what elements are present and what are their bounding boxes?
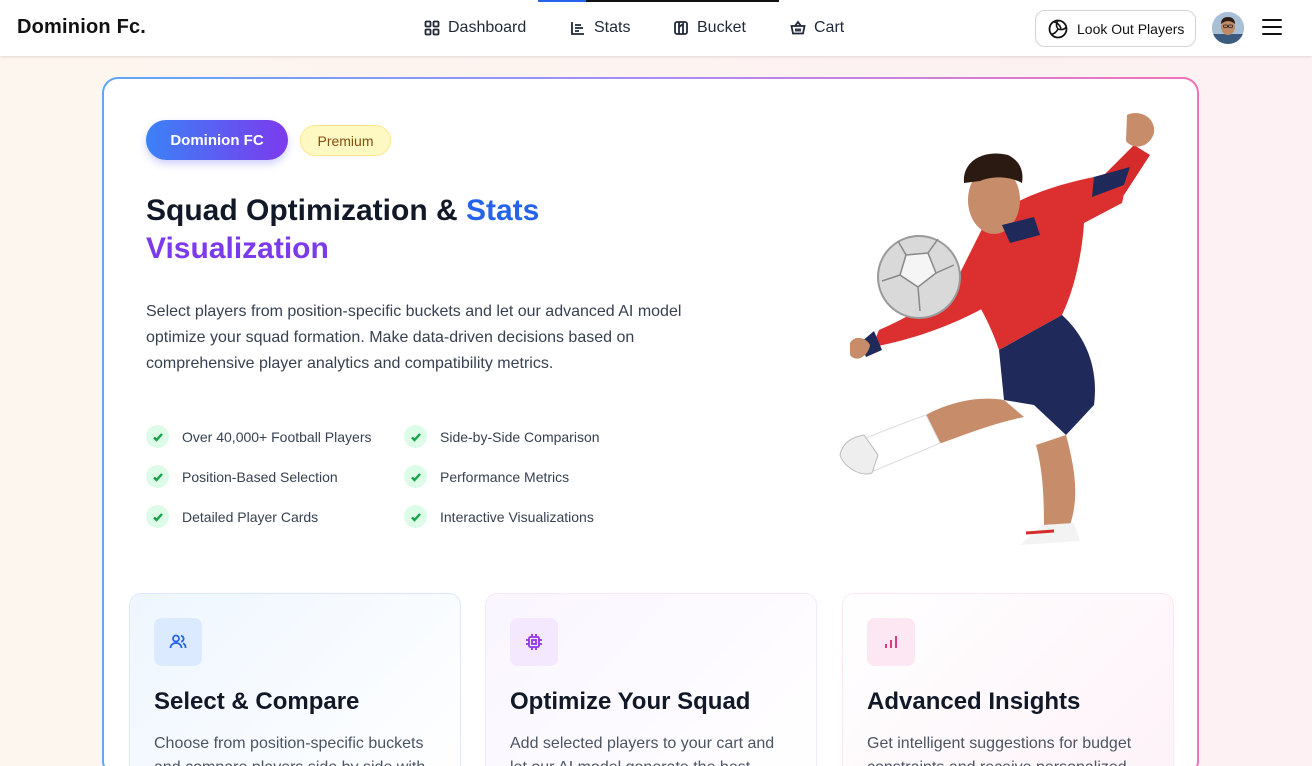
menu-bar: [1262, 19, 1282, 21]
volleyball-icon: [1048, 19, 1068, 38]
feature-card-advanced-insights[interactable]: Advanced Insights Get intelligent sugges…: [842, 593, 1174, 766]
feature-card-optimize-squad[interactable]: Optimize Your Squad Add selected players…: [485, 593, 817, 766]
bucket-icon: [674, 21, 688, 35]
feature-item: Position-Based Selection: [146, 465, 338, 488]
dashboard-icon: [424, 20, 440, 36]
feature-label: Position-Based Selection: [182, 468, 338, 485]
title-part3: Visualization: [146, 232, 329, 265]
top-navbar: Dominion Fc. Dashboard Stats Bucket Cart…: [0, 0, 1312, 56]
check-icon: [146, 505, 169, 528]
nav-item-stats[interactable]: Stats: [570, 17, 630, 39]
card-text: Get intelligent suggestions for budget c…: [867, 735, 1132, 766]
cpu-icon: [510, 618, 558, 666]
bar-chart-icon: [867, 618, 915, 666]
check-icon: [404, 425, 427, 448]
hero-content: Dominion FC Premium Squad Optimization &…: [104, 79, 1197, 766]
nav-item-dashboard[interactable]: Dashboard: [424, 17, 526, 39]
card-title: Advanced Insights: [867, 688, 1081, 715]
feature-item: Side-by-Side Comparison: [404, 425, 600, 448]
feature-card-select-compare[interactable]: Select & Compare Choose from position-sp…: [129, 593, 461, 766]
check-icon: [404, 505, 427, 528]
nav-underline: [586, 0, 779, 2]
page-title: Squad Optimization & Stats Visualization: [146, 192, 666, 268]
look-out-players-button[interactable]: Look Out Players: [1035, 10, 1196, 47]
nav-label: Dashboard: [448, 19, 527, 36]
brand-logo[interactable]: Dominion Fc.: [17, 16, 146, 39]
users-icon: [154, 618, 202, 666]
check-icon: [146, 465, 169, 488]
club-badge: Dominion FC: [146, 120, 288, 160]
nav-item-cart[interactable]: Cart: [790, 17, 844, 39]
feature-item: Detailed Player Cards: [146, 505, 318, 528]
title-part2: Stats: [466, 194, 540, 227]
feature-label: Performance Metrics: [440, 468, 570, 485]
title-part1: Squad Optimization &: [146, 194, 466, 227]
premium-badge: Premium: [300, 125, 391, 156]
look-out-players-label: Look Out Players: [1077, 20, 1185, 37]
feature-label: Detailed Player Cards: [182, 508, 319, 525]
stats-icon: [571, 22, 584, 35]
nav-label: Cart: [814, 19, 845, 36]
feature-label: Over 40,000+ Football Players: [182, 428, 372, 445]
nav-item-bucket[interactable]: Bucket: [673, 17, 746, 39]
feature-item: Performance Metrics: [404, 465, 569, 488]
menu-bar: [1262, 26, 1282, 28]
check-icon: [404, 465, 427, 488]
nav-label: Bucket: [697, 19, 746, 36]
card-title: Optimize Your Squad: [510, 688, 751, 715]
menu-icon[interactable]: [1262, 19, 1282, 37]
card-text: Add selected players to your cart and le…: [510, 735, 775, 766]
check-icon: [146, 425, 169, 448]
user-avatar[interactable]: [1212, 12, 1244, 44]
card-text: Choose from position-specific buckets an…: [154, 735, 425, 766]
feature-label: Side-by-Side Comparison: [440, 428, 600, 445]
active-tab-indicator: [538, 0, 586, 2]
nav-label: Stats: [594, 19, 631, 36]
avatar-image: [1212, 12, 1244, 44]
feature-item: Over 40,000+ Football Players: [146, 425, 372, 448]
feature-item: Interactive Visualizations: [404, 505, 594, 528]
cart-icon: [790, 20, 806, 35]
hero-description: Select players from position-specific bu…: [146, 303, 682, 372]
feature-label: Interactive Visualizations: [440, 508, 594, 525]
soccer-player-image: [839, 113, 1155, 545]
hero-card: Dominion FC Premium Squad Optimization &…: [102, 77, 1199, 766]
card-title: Select & Compare: [154, 688, 360, 715]
menu-bar: [1262, 33, 1282, 35]
